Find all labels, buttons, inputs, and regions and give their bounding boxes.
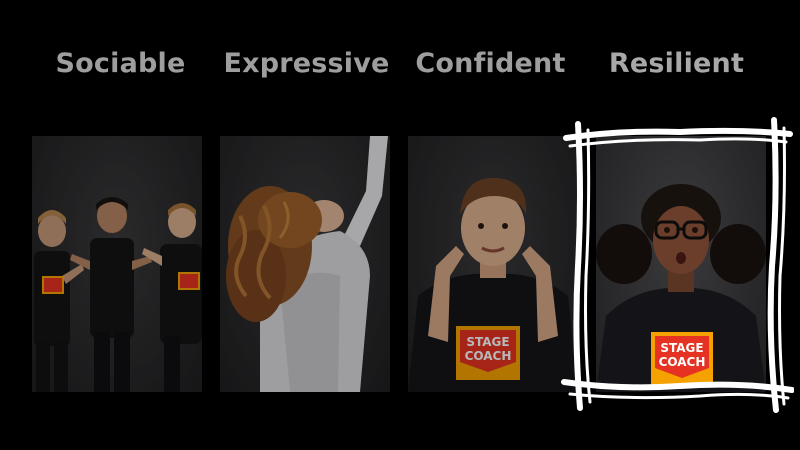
photo-resilient: STAGE COACH (596, 136, 766, 392)
logo-line1: STAGE (466, 335, 509, 349)
photo-expressive (220, 136, 390, 392)
stagecoach-logo: STAGE COACH (651, 332, 713, 386)
resilient-illustration: STAGE COACH (596, 184, 766, 392)
expressive-illustration (226, 136, 388, 392)
confident-illustration: STAGE COACH (408, 177, 578, 392)
logo-line2: COACH (659, 355, 706, 369)
logo-line2: COACH (465, 349, 512, 363)
heading-confident: Confident (415, 48, 566, 79)
logo-line1: STAGE (660, 341, 703, 355)
photo-sociable (32, 136, 202, 392)
photo-confident: STAGE COACH (408, 136, 578, 392)
stagecoach-logo (42, 276, 64, 294)
stagecoach-logo (178, 272, 200, 290)
slide: Sociable Expressive Confident Resilient (0, 0, 800, 450)
heading-sociable: Sociable (55, 48, 186, 79)
heading-resilient: Resilient (608, 48, 745, 79)
stagecoach-logo: STAGE COACH (456, 326, 520, 380)
heading-expressive: Expressive (223, 48, 390, 79)
sociable-illustration (34, 197, 202, 392)
